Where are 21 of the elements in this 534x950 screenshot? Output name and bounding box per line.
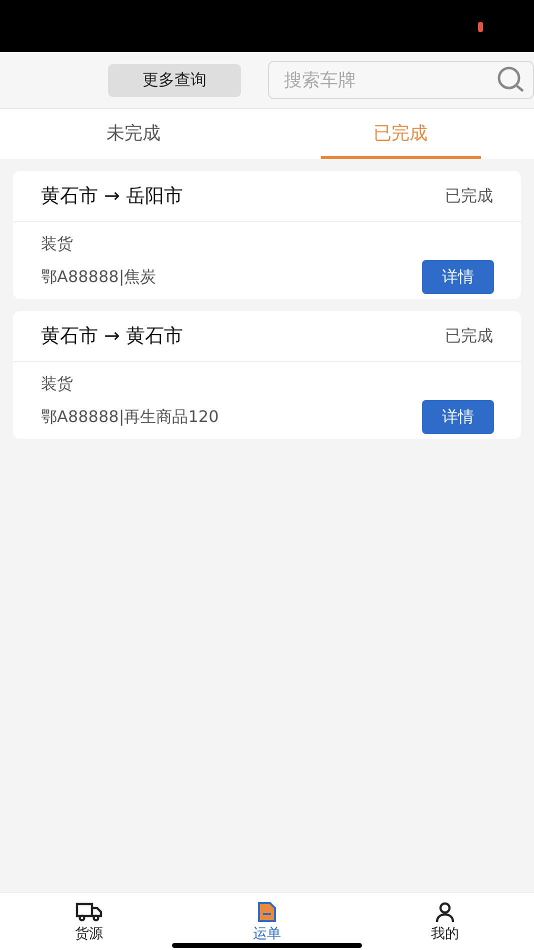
vehicle-cargo-text: 鄂A88888|焦炭 (41, 266, 156, 288)
truck-icon (75, 901, 103, 923)
nav-item[interactable]: 运单 (178, 893, 356, 950)
status-text: 已完成 (445, 326, 493, 346)
stage-text: 装货 (41, 374, 73, 393)
route-text: 黄石市 → 黄石市 (41, 324, 183, 349)
search-field[interactable]: 搜索车牌 (268, 61, 534, 99)
more-query-button[interactable]: 更多查询 (108, 64, 241, 96)
nav-item[interactable]: 我的 (356, 893, 534, 950)
person-icon (434, 901, 456, 923)
recording-indicator-icon (478, 22, 483, 32)
document-icon (256, 901, 278, 923)
nav-item[interactable]: 货源 (0, 893, 178, 950)
detail-button[interactable]: 详情 (422, 400, 494, 434)
route-text: 黄石市 → 岳阳市 (41, 184, 183, 209)
search-icon[interactable] (496, 66, 526, 94)
status-text: 已完成 (445, 186, 493, 206)
detail-button[interactable]: 详情 (422, 260, 494, 294)
tab[interactable]: 未完成 (100, 109, 166, 156)
stage-text: 装货 (41, 234, 73, 253)
vehicle-cargo-text: 鄂A88888|再生商品120 (41, 406, 219, 428)
